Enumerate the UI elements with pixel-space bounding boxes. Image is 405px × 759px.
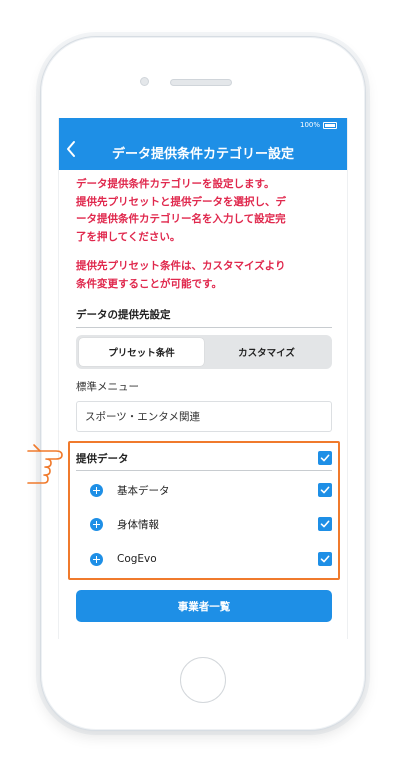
home-button[interactable]	[180, 657, 226, 703]
instruction-text: データ提供条件カテゴリーを設定します。 提供先プリセットと提供データを選択し、デ…	[76, 176, 338, 293]
menu-select-value: スポーツ・エンタメ関連	[85, 411, 200, 423]
speaker-grille	[170, 79, 232, 86]
highlight-box	[68, 441, 340, 580]
pointing-hand-icon	[27, 444, 63, 484]
provider-segmented-control: プリセット条件 カスタマイズ	[76, 335, 332, 369]
page-title: データ提供条件カテゴリー設定	[111, 147, 294, 162]
instruction-paragraph-note: 提供先プリセット条件は、カスタマイズより 条件変更することが可能です。	[76, 260, 286, 290]
navigation-bar: 100% データ提供条件カテゴリー設定	[59, 118, 347, 170]
menu-label: 標準メニュー	[76, 381, 139, 393]
battery-icon	[323, 121, 337, 129]
menu-select[interactable]: スポーツ・エンタメ関連	[76, 401, 332, 432]
provider-list-button[interactable]: 事業者一覧	[76, 590, 332, 622]
front-camera	[140, 77, 149, 86]
tab-preset[interactable]: プリセット条件	[79, 338, 204, 366]
tab-customize[interactable]: カスタマイズ	[204, 338, 329, 366]
status-bar: 100%	[300, 121, 337, 129]
battery-percent: 100%	[299, 121, 320, 129]
provider-section-title: データの提供先設定	[76, 309, 171, 321]
divider	[76, 327, 332, 328]
instruction-paragraph: データ提供条件カテゴリーを設定します。 提供先プリセットと提供データを選択し、デ…	[76, 178, 286, 243]
